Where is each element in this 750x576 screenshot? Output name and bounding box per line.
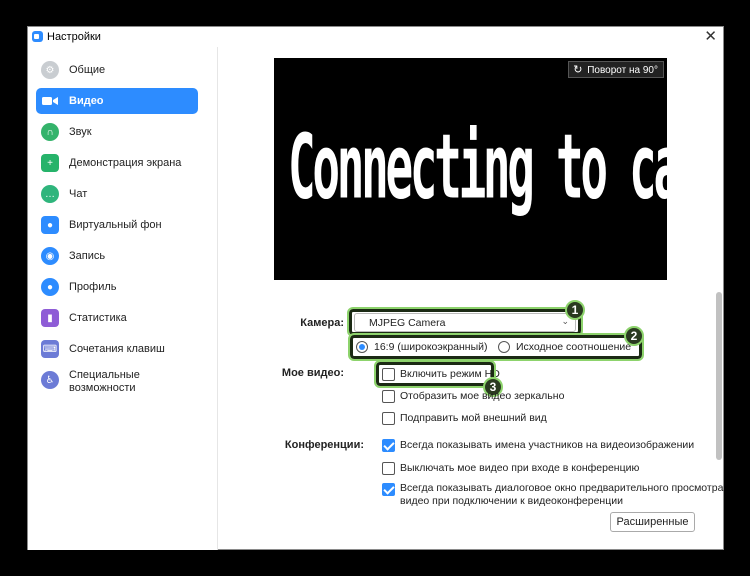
sidebar-item-recording[interactable]: ◉ Запись [36,243,198,269]
sidebar-item-label: Специальные возможности [69,369,140,394]
camera-label: Камера: [300,317,344,329]
preview-dialog-checkbox[interactable] [382,483,395,496]
profile-icon: ● [41,278,59,296]
settings-window: Настройки ✕ ⚙ Общие Видео ∩ Звук + Демон… [27,26,724,550]
title-bar: Настройки ✕ [28,27,723,47]
accessibility-icon: ♿ [41,371,59,389]
zoom-app-icon [32,31,43,42]
turn-off-video-label: Выключать мое видео при входе в конферен… [400,462,640,474]
sidebar-item-label: Общие [69,64,106,76]
rotate-icon: ↻ [573,64,583,76]
virtual-background-icon: ● [41,216,59,234]
sidebar-item-share-screen[interactable]: + Демонстрация экрана [36,150,198,176]
record-icon: ◉ [41,247,59,265]
sidebar-item-accessibility[interactable]: ♿ Специальные возможности [36,367,198,397]
connecting-text: Connecting to camera... [288,116,667,220]
share-screen-icon: + [41,154,59,172]
sidebar-item-label: Демонстрация экрана [69,157,182,169]
highlight-3 [374,360,496,388]
badge-2: 2 [624,326,644,346]
mirror-video-label: Отобразить мое видео зеркально [400,390,565,402]
sidebar-item-label: Запись [69,250,106,262]
my-video-label: Мое видео: [281,367,344,379]
turn-off-video-checkbox[interactable] [382,462,395,475]
sidebar-item-keyboard-shortcuts[interactable]: ⌨ Сочетания клавиш [36,336,198,362]
sidebar-item-chat[interactable]: … Чат [36,181,198,207]
rotate-label: Поворот на 90° [587,65,658,76]
sidebar-item-label: Видео [69,95,104,107]
rotate-90-button[interactable]: ↻ Поворот на 90° [568,61,664,78]
sidebar-item-label: Статистика [69,312,127,324]
sidebar-item-label: Сочетания клавиш [69,343,165,355]
preview-dialog-label-line2: видео при подключении к видеоконференции [400,495,623,507]
touch-up-checkbox[interactable] [382,412,395,425]
sidebar-item-video[interactable]: Видео [36,88,198,114]
sidebar-item-label: Виртуальный фон [69,219,162,231]
window-title: Настройки [47,31,101,43]
preview-dialog-label-line1: Всегда показывать диалоговое окно предва… [400,482,724,494]
camera-preview: Connecting to camera... ↻ Поворот на 90° [274,58,667,280]
video-settings-panel: Connecting to camera... ↻ Поворот на 90°… [219,47,724,550]
highlight-2 [348,333,644,361]
meetings-label: Конференции: [284,439,364,451]
advanced-button[interactable]: Расширенные [610,512,695,532]
keyboard-icon: ⌨ [41,340,59,358]
touch-up-label: Подправить мой внешний вид [400,412,547,424]
sidebar-item-label: Профиль [69,281,117,293]
vertical-scrollbar[interactable] [716,292,722,460]
sidebar-item-audio[interactable]: ∩ Звук [36,119,198,145]
show-names-checkbox[interactable] [382,439,395,452]
sidebar-item-label: Чат [69,188,88,200]
sidebar-item-virtual-background[interactable]: ● Виртуальный фон [36,212,198,238]
settings-sidebar: ⚙ Общие Видео ∩ Звук + Демонстрация экра… [28,47,218,550]
video-icon [41,92,59,110]
statistics-icon: ▮ [41,309,59,327]
sidebar-item-label: Звук [69,126,92,138]
badge-1: 1 [565,300,585,320]
sidebar-item-profile[interactable]: ● Профиль [36,274,198,300]
chat-icon: … [41,185,59,203]
mirror-video-checkbox[interactable] [382,390,395,403]
sidebar-item-statistics[interactable]: ▮ Статистика [36,305,198,331]
headphones-icon: ∩ [41,123,59,141]
sidebar-item-general[interactable]: ⚙ Общие [36,57,198,83]
show-names-label: Всегда показывать имена участников на ви… [400,439,695,451]
close-button[interactable]: ✕ [704,29,717,44]
gear-icon: ⚙ [41,61,59,79]
highlight-1 [347,307,583,337]
